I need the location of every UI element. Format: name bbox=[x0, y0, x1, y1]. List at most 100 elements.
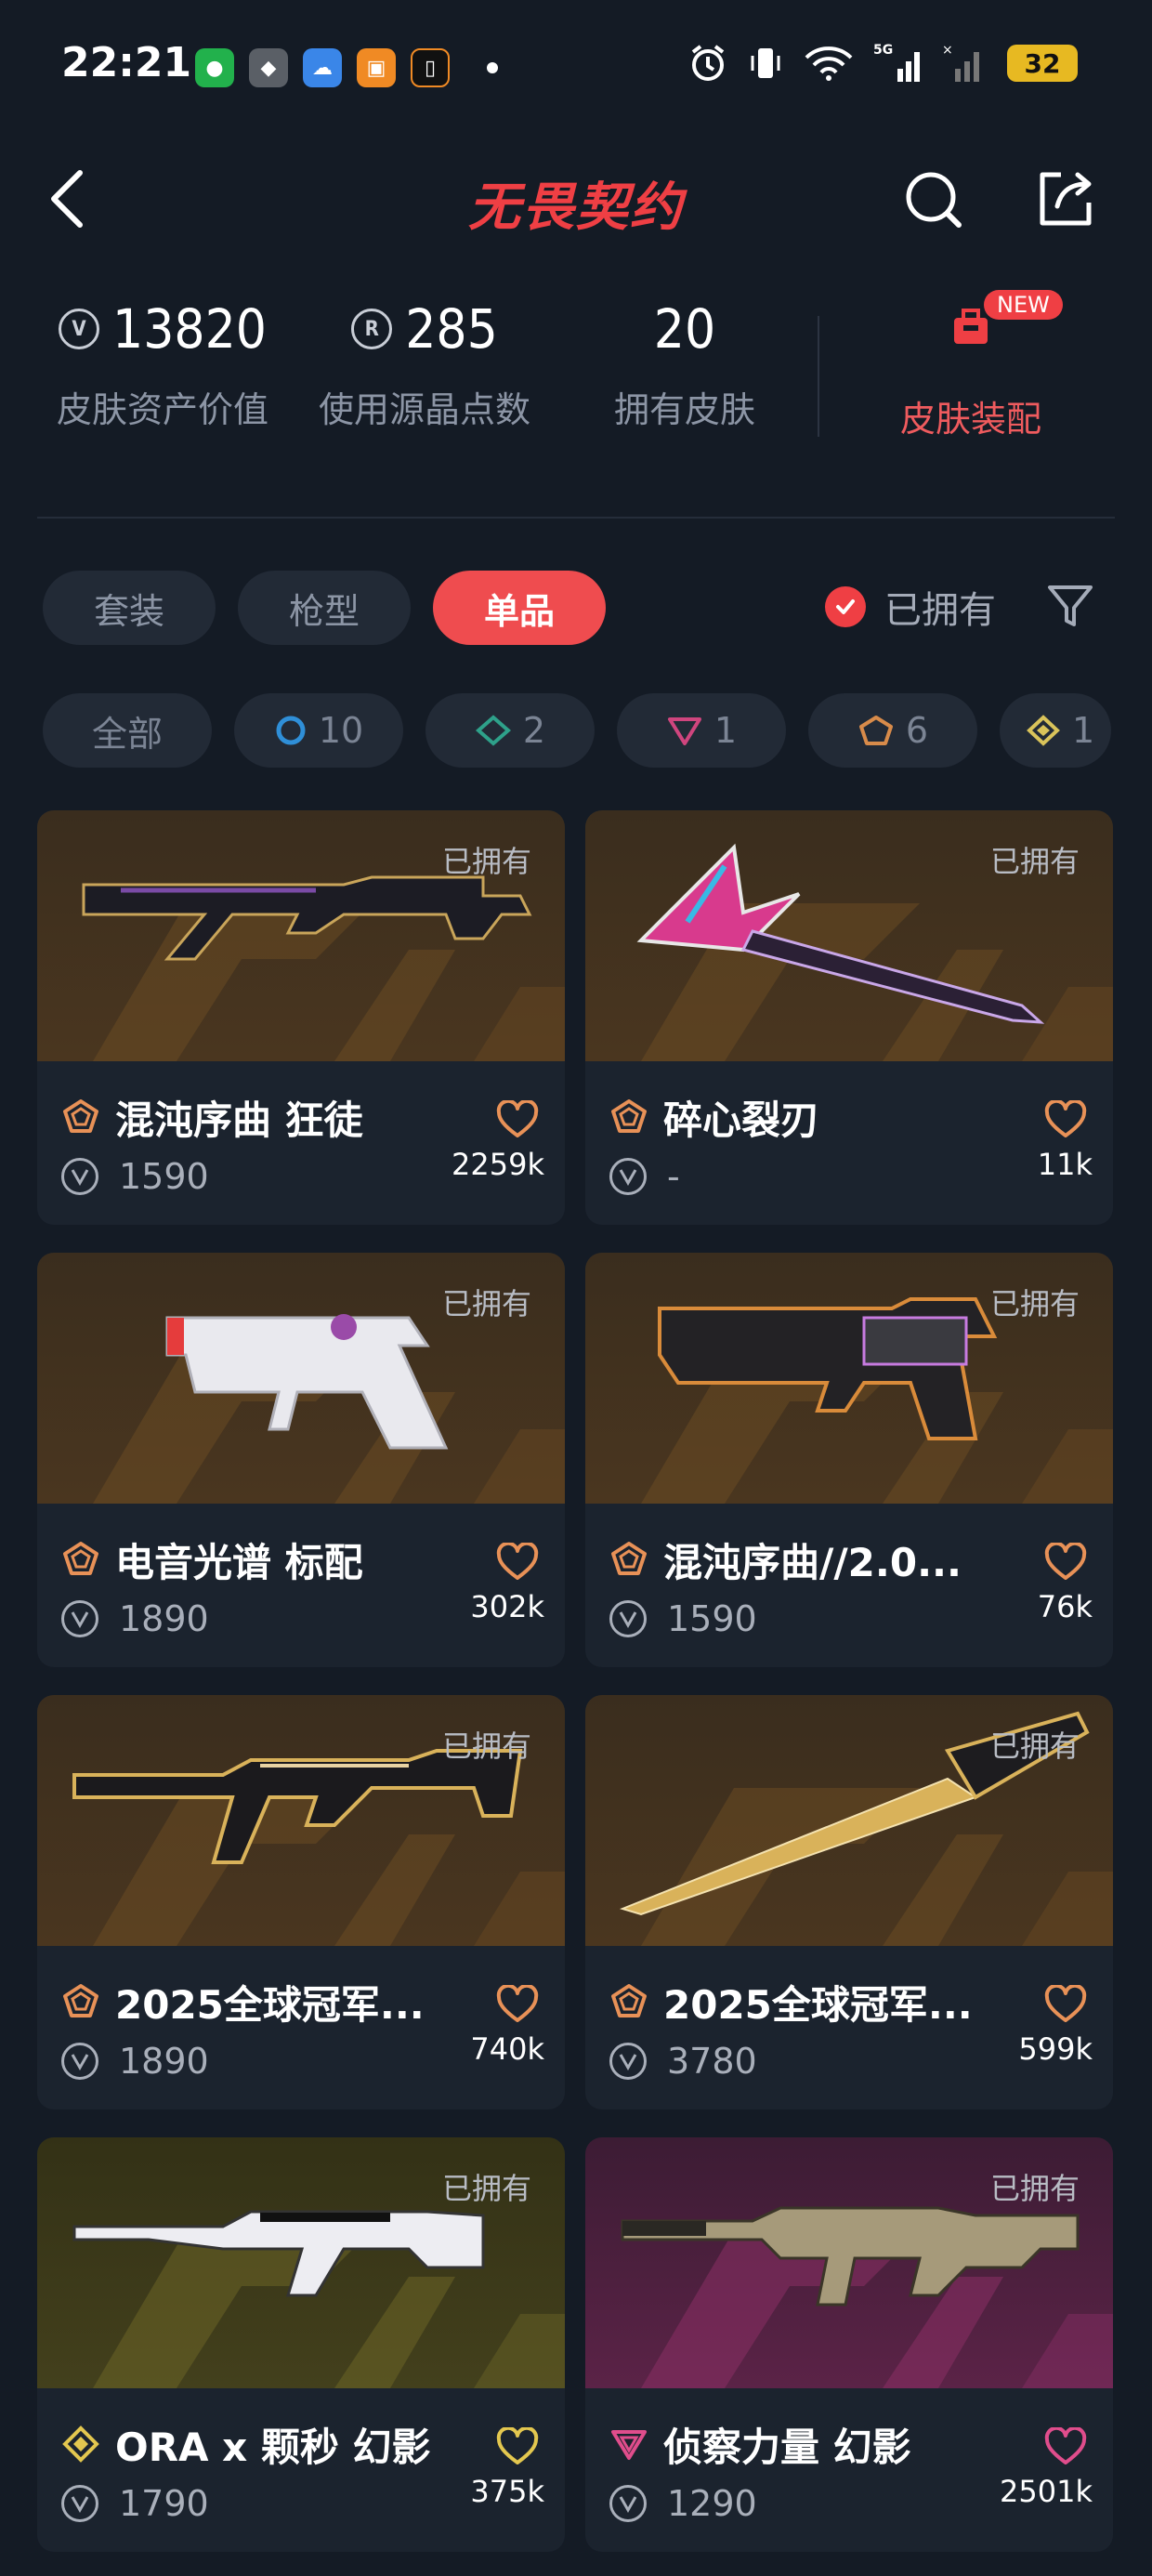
rarity-exclusive-count: 1 bbox=[1072, 710, 1095, 751]
search-icon[interactable] bbox=[901, 167, 966, 232]
tab-weapon-type[interactable]: 枪型 bbox=[238, 571, 411, 645]
skin-name-row: 混沌序曲 狂徒 bbox=[61, 1091, 544, 1143]
ultra-tier-icon bbox=[63, 1542, 98, 1575]
valorant-points-icon bbox=[61, 2485, 98, 2522]
app-title: 无畏契约 bbox=[468, 177, 684, 238]
skin-equip-button[interactable]: NEW 皮肤装配 bbox=[859, 290, 1082, 441]
skin-card[interactable]: 已拥有 2025全球冠军... 3780 599k bbox=[585, 1695, 1113, 2109]
more-notifications-icon bbox=[487, 62, 498, 73]
owned-skins-value: 20 bbox=[653, 297, 716, 361]
skin-card[interactable]: 已拥有 2025全球冠军... 1890 740k bbox=[37, 1695, 565, 2109]
owned-tag: 已拥有 bbox=[989, 844, 1080, 879]
skin-card[interactable]: 已拥有侦察力量 幻影 1290 2501k bbox=[585, 2137, 1113, 2552]
skin-price: 1590 bbox=[667, 1598, 757, 1639]
owned-skins-label: 拥有皮肤 bbox=[613, 389, 755, 430]
skin-card[interactable]: 已拥有 混沌序曲 狂徒 1590 2259k bbox=[37, 810, 565, 1225]
ultra-tier-icon bbox=[63, 1099, 98, 1133]
skin-name-row: 侦察力量 幻影 bbox=[609, 2418, 1093, 2470]
skin-image: 已拥有 bbox=[585, 1253, 1113, 1504]
favorite-heart-icon[interactable] bbox=[496, 1985, 539, 2024]
skin-price: 1890 bbox=[119, 2041, 209, 2082]
screen: 22:21 ● ◆ ☁ ▣ ▯ 5G × 32 无畏契约 V 13820 皮肤资… bbox=[0, 0, 1152, 2576]
new-badge: NEW bbox=[984, 290, 1063, 320]
owned-tag: 已拥有 bbox=[989, 1286, 1080, 1321]
shopping-app-icon: ▣ bbox=[357, 48, 396, 87]
svg-text:5G: 5G bbox=[873, 43, 893, 58]
exclusive-tier-icon bbox=[62, 2425, 99, 2463]
skin-image: 已拥有 bbox=[585, 2137, 1113, 2388]
type-tabs: 套装 枪型 单品 bbox=[43, 571, 606, 645]
like-count: 11k bbox=[1037, 1147, 1093, 1182]
favorite-heart-icon[interactable] bbox=[1044, 1543, 1087, 1582]
back-icon[interactable] bbox=[41, 162, 106, 236]
skin-name: 侦察力量 幻影 bbox=[663, 2424, 911, 2470]
battery-indicator: 32 bbox=[1007, 45, 1078, 82]
favorite-heart-icon[interactable] bbox=[1044, 1985, 1087, 2024]
signal-5g-icon: 5G bbox=[873, 43, 920, 82]
favorite-heart-icon[interactable] bbox=[1044, 2427, 1087, 2466]
favorite-heart-icon[interactable] bbox=[496, 2427, 539, 2466]
rarity-filter-premium[interactable]: 1 bbox=[617, 693, 786, 768]
app-header: 无畏契约 bbox=[0, 139, 1152, 260]
like-count: 375k bbox=[470, 2474, 544, 2509]
wechat-icon: ● bbox=[195, 48, 234, 87]
like-count: 599k bbox=[1018, 2031, 1093, 2067]
valorant-points-icon: V bbox=[59, 309, 100, 349]
favorite-heart-icon[interactable] bbox=[496, 1543, 539, 1582]
tab-set[interactable]: 套装 bbox=[43, 571, 216, 645]
price-row: 1590 bbox=[609, 1598, 757, 1639]
owned-skins-stat: 20 拥有皮肤 bbox=[578, 297, 792, 432]
share-icon[interactable] bbox=[1033, 165, 1098, 230]
rarity-filter-exclusive[interactable]: 1 bbox=[1000, 693, 1111, 768]
skin-card[interactable]: 已拥有混沌序曲//2.0... 1590 76k bbox=[585, 1253, 1113, 1667]
rarity-filter-all[interactable]: 全部 bbox=[43, 693, 212, 768]
rarity-filter-deluxe[interactable]: 2 bbox=[425, 693, 595, 768]
like-count: 76k bbox=[1037, 1589, 1093, 1624]
favorite-heart-icon[interactable] bbox=[1044, 1100, 1087, 1139]
skin-name: 2025全球冠军... bbox=[115, 1981, 425, 2028]
radianite-label: 使用源晶点数 bbox=[318, 389, 530, 430]
ultra-tier-icon bbox=[611, 1099, 647, 1133]
rarity-deluxe-count: 2 bbox=[522, 710, 546, 751]
rarity-filter-select[interactable]: 10 bbox=[234, 693, 403, 768]
filter-icon[interactable] bbox=[1044, 580, 1096, 632]
like-count: 2259k bbox=[452, 1147, 544, 1182]
alarm-icon bbox=[691, 45, 725, 81]
owned-tag: 已拥有 bbox=[989, 2171, 1080, 2206]
skin-name-row: 2025全球冠军... bbox=[609, 1976, 1093, 2028]
rarity-premium-count: 1 bbox=[713, 710, 738, 751]
ultra-tier-icon bbox=[611, 1542, 647, 1575]
skin-name: 混沌序曲 狂徒 bbox=[115, 1097, 363, 1143]
skin-name-row: 2025全球冠军... bbox=[61, 1976, 544, 2028]
ultra-tier-icon bbox=[858, 716, 893, 745]
price-row: 1790 bbox=[61, 2483, 209, 2524]
valorant-points-icon bbox=[609, 2043, 647, 2080]
skin-price: 1590 bbox=[119, 1156, 209, 1197]
skin-name-row: 混沌序曲//2.0... bbox=[609, 1533, 1093, 1585]
valorant-points-icon bbox=[61, 1600, 98, 1637]
owned-tag: 已拥有 bbox=[441, 2171, 531, 2206]
skin-card[interactable]: 已拥有 ORA x 颗秒 幻影 1790 375k bbox=[37, 2137, 565, 2552]
skin-price: 1290 bbox=[667, 2483, 757, 2524]
tab-single-item[interactable]: 单品 bbox=[433, 571, 606, 645]
valorant-points-icon bbox=[61, 1158, 98, 1195]
signal-icon: × bbox=[942, 43, 979, 82]
price-row: 1590 bbox=[61, 1156, 209, 1197]
skin-price: 1890 bbox=[119, 1598, 209, 1639]
skin-value: 13820 bbox=[112, 297, 267, 361]
premium-tier-icon bbox=[667, 717, 701, 745]
skin-card[interactable]: 已拥有 电音光谱 标配 1890 302k bbox=[37, 1253, 565, 1667]
favorite-heart-icon[interactable] bbox=[496, 1100, 539, 1139]
like-count: 2501k bbox=[1000, 2474, 1093, 2509]
skin-image: 已拥有 bbox=[37, 1253, 565, 1504]
price-row: 1290 bbox=[609, 2483, 757, 2524]
deluxe-tier-icon bbox=[475, 715, 511, 746]
owned-filter-toggle[interactable]: 已拥有 bbox=[825, 580, 996, 634]
skin-name: 混沌序曲//2.0... bbox=[663, 1539, 962, 1585]
rarity-filters: 全部 10 2 1 6 1 bbox=[43, 693, 1111, 768]
skin-card[interactable]: 已拥有 碎心裂刃 - 11k bbox=[585, 810, 1113, 1225]
check-icon bbox=[825, 586, 866, 627]
app-icon: ▯ bbox=[411, 48, 450, 87]
skin-value-label: 皮肤资产价值 bbox=[56, 389, 268, 430]
rarity-filter-ultra[interactable]: 6 bbox=[808, 693, 977, 768]
